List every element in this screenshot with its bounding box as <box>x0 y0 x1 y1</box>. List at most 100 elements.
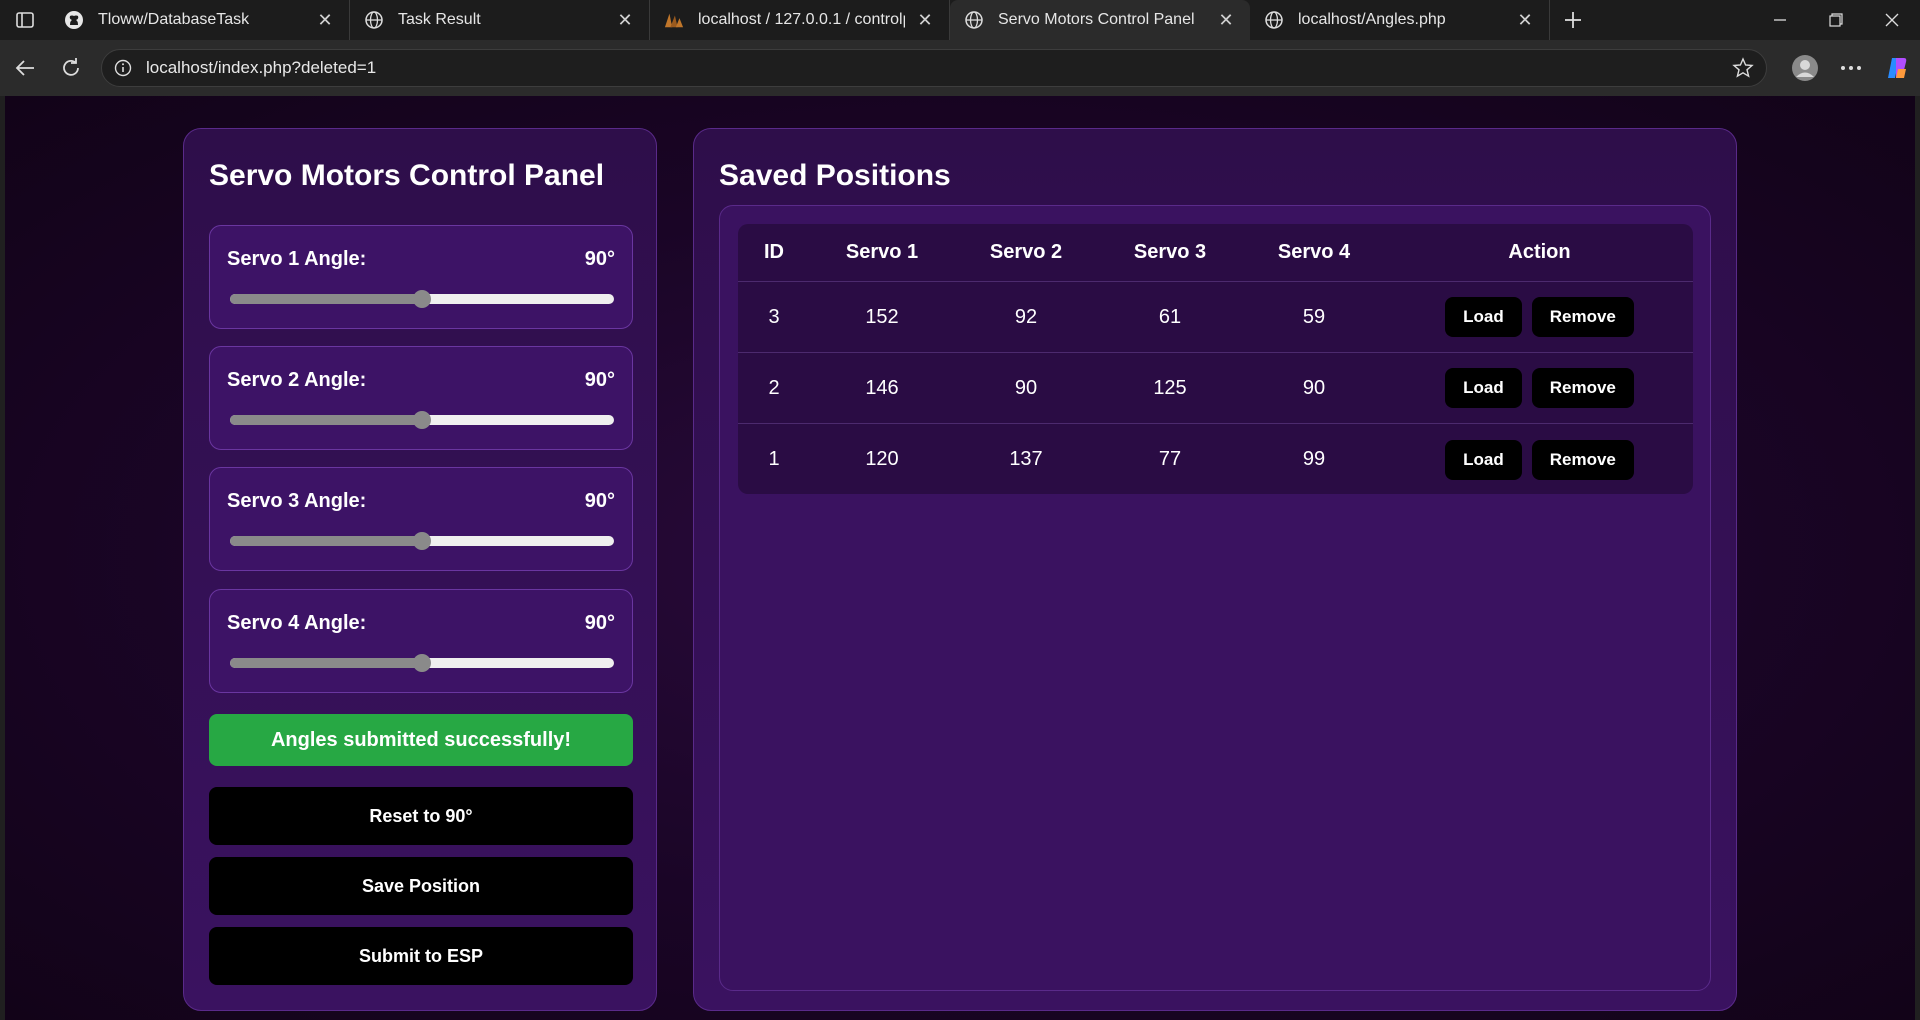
column-header: Action <box>1508 241 1571 263</box>
servo-4-value: 90° <box>584 612 615 634</box>
servo-1-slider[interactable] <box>230 290 614 308</box>
cell-servo-3: 77 <box>1158 448 1182 470</box>
star-icon[interactable] <box>1732 57 1754 79</box>
servo-3-value: 90° <box>584 490 615 512</box>
more-options-button[interactable] <box>1828 48 1874 88</box>
address-bar[interactable]: localhost/index.php?deleted=1 <box>101 49 1767 87</box>
cell-actions: Load Remove <box>1386 424 1693 494</box>
cell-servo-4: 99 <box>1302 448 1326 470</box>
table-row: 2 146 90 125 90 Load Remove <box>738 353 1693 424</box>
control-panel-title: Servo Motors Control Panel <box>209 159 605 192</box>
status-banner: Angles submitted successfully! <box>209 714 633 766</box>
cell-servo-3: 125 <box>1153 376 1187 399</box>
tab-github[interactable]: Tloww/DatabaseTask ✕ <box>50 0 350 40</box>
back-button[interactable] <box>2 48 48 88</box>
table-header-row: ID Servo 1 Servo 2 Servo 3 Servo 4 Actio… <box>738 224 1693 282</box>
saved-positions-table: ID Servo 1 Servo 2 Servo 3 Servo 4 Actio… <box>738 224 1693 494</box>
cell-servo-1: 152 <box>865 305 899 328</box>
cell-servo-3: 61 <box>1158 305 1182 328</box>
cell-id: 1 <box>768 448 780 470</box>
avatar-icon <box>1792 55 1818 81</box>
servo-2-slider[interactable] <box>230 411 614 429</box>
url-text[interactable]: localhost/index.php?deleted=1 <box>146 58 1732 78</box>
tab-phpmyadmin[interactable]: localhost / 127.0.0.1 / controlposi ✕ <box>650 0 950 40</box>
reset-button[interactable]: Reset to 90° <box>209 787 633 845</box>
load-button[interactable]: Load <box>1445 368 1522 408</box>
load-button[interactable]: Load <box>1445 439 1522 480</box>
servo-3-slider[interactable] <box>230 532 614 550</box>
profile-button[interactable] <box>1782 48 1828 88</box>
globe-icon <box>1264 10 1284 30</box>
tab-angles[interactable]: localhost/Angles.php ✕ <box>1250 0 1550 40</box>
remove-button[interactable]: Remove <box>1531 368 1634 408</box>
github-icon <box>64 10 84 30</box>
saved-positions-title: Saved Positions <box>719 159 951 192</box>
servo-4-slider[interactable] <box>230 654 614 672</box>
close-icon[interactable]: ✕ <box>1216 10 1236 30</box>
close-icon[interactable]: ✕ <box>615 10 635 30</box>
save-position-button[interactable]: Save Position <box>209 857 633 915</box>
tab-title: localhost/Angles.php <box>1298 11 1446 28</box>
column-header: Servo 3 <box>1133 241 1207 263</box>
slider-fill <box>230 415 422 425</box>
tab-task-result[interactable]: Task Result ✕ <box>350 0 650 40</box>
servo-2-card: Servo 2 Angle: 90° <box>209 346 633 450</box>
copilot-icon <box>1888 58 1907 78</box>
minimize-button[interactable] <box>1752 0 1808 40</box>
table-row: 3 152 92 61 59 Load Remove <box>738 282 1693 353</box>
cell-actions: Load Remove <box>1386 353 1693 423</box>
restore-button[interactable] <box>1808 0 1864 40</box>
slider-thumb[interactable] <box>413 654 431 672</box>
servo-1-value: 90° <box>584 248 615 270</box>
cell-id: 2 <box>768 376 780 399</box>
servo-3-card: Servo 3 Angle: 90° <box>209 467 633 571</box>
close-icon[interactable]: ✕ <box>315 10 335 30</box>
close-icon <box>1885 13 1899 27</box>
slider-thumb[interactable] <box>413 411 431 429</box>
servo-2-value: 90° <box>584 369 615 391</box>
remove-button[interactable]: Remove <box>1531 439 1634 480</box>
close-window-button[interactable] <box>1864 0 1920 40</box>
control-panel: Servo Motors Control Panel Servo 1 Angle… <box>183 128 657 1011</box>
slider-fill <box>230 294 422 304</box>
page-viewport: Servo Motors Control Panel Servo 1 Angle… <box>5 96 1915 1020</box>
submit-esp-button[interactable]: Submit to ESP <box>209 927 633 985</box>
table-row: 1 120 137 77 99 Load Remove <box>738 424 1693 494</box>
reload-button[interactable] <box>48 48 94 88</box>
close-icon[interactable]: ✕ <box>915 10 935 30</box>
saved-positions-container: ID Servo 1 Servo 2 Servo 3 Servo 4 Actio… <box>719 205 1711 991</box>
servo-3-label: Servo 3 Angle: <box>227 490 367 512</box>
cell-servo-4: 90 <box>1302 376 1326 399</box>
servo-4-card: Servo 4 Angle: 90° <box>209 589 633 693</box>
copilot-button[interactable] <box>1874 48 1920 88</box>
new-tab-button[interactable] <box>1550 0 1596 40</box>
info-icon[interactable] <box>114 59 132 77</box>
phpmyadmin-icon <box>664 10 684 30</box>
servo-1-card: Servo 1 Angle: 90° <box>209 225 633 329</box>
servo-2-label: Servo 2 Angle: <box>227 369 367 391</box>
globe-icon <box>964 10 984 30</box>
servo-1-label: Servo 1 Angle: <box>227 248 367 270</box>
tab-title: Task Result <box>398 11 481 28</box>
cell-id: 3 <box>768 305 780 328</box>
tab-title: Tloww/DatabaseTask <box>98 11 250 28</box>
tab-title: Servo Motors Control Panel <box>998 11 1195 28</box>
slider-thumb[interactable] <box>413 532 431 550</box>
sidebar-toggle-button[interactable] <box>0 0 50 40</box>
plus-icon <box>1565 12 1581 28</box>
tab-title: localhost / 127.0.0.1 / controlposi <box>698 11 905 28</box>
globe-icon <box>364 10 384 30</box>
column-header: ID <box>764 241 784 263</box>
close-icon[interactable]: ✕ <box>1515 10 1535 30</box>
tab-strip: Tloww/DatabaseTask ✕ Task Result ✕ local… <box>0 0 1920 40</box>
slider-fill <box>230 536 422 546</box>
cell-servo-2: 90 <box>1014 376 1038 399</box>
slider-thumb[interactable] <box>413 290 431 308</box>
reload-icon <box>63 58 79 76</box>
restore-icon <box>1829 13 1843 27</box>
tab-servo-control-panel[interactable]: Servo Motors Control Panel ✕ <box>950 0 1250 40</box>
remove-button[interactable]: Remove <box>1531 297 1634 337</box>
cell-servo-1: 146 <box>865 376 899 399</box>
column-header: Servo 4 <box>1277 241 1351 263</box>
load-button[interactable]: Load <box>1445 297 1522 337</box>
